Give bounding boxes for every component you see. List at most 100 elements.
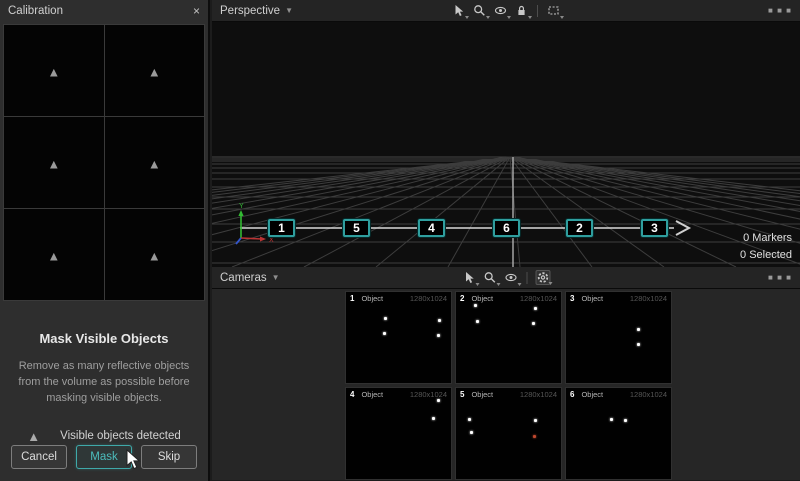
eye-icon[interactable]: [504, 270, 519, 285]
marker-dot: [438, 319, 441, 322]
chevron-down-icon[interactable]: ▼: [272, 273, 280, 282]
camera-mode-label: Object: [581, 294, 603, 303]
marker-dot: [624, 419, 627, 422]
camera-id: 1: [350, 294, 354, 303]
toolbar-separator: [527, 272, 528, 284]
camera-id: 6: [570, 390, 574, 399]
main-area: Perspective ▼ ■ ■ ■ Y X 0 Markers 0 Selec…: [212, 0, 800, 481]
camera-id: 5: [460, 390, 464, 399]
camera-cell-header: 6 Object 1280x1024: [566, 388, 671, 399]
marker-dot: [534, 307, 537, 310]
warning-triangle-icon: ▲: [47, 249, 60, 264]
camera-cell-header: 1Object1280x1024: [346, 292, 451, 303]
marker-dot: [437, 399, 440, 402]
calibration-panel: Calibration × ▲ ▲ ▲ ▲ ▲ ▲ Mask Visible Object…: [0, 0, 210, 481]
camera-cell-3[interactable]: 3Object1280x1024: [565, 291, 672, 384]
camera-mode-label: Object: [361, 390, 383, 399]
perspective-panel: Perspective ▼ ■ ■ ■ Y X 0 Markers 0 Selec…: [212, 0, 800, 267]
warning-text: Visible objects detected: [60, 430, 181, 442]
calibration-panel-header: Calibration ×: [0, 0, 208, 22]
mask-section-description: Remove as many reflective objects from t…: [13, 359, 195, 407]
marker-dot: [637, 343, 640, 346]
warning-triangle-icon: ▲: [148, 65, 161, 80]
camera-grid: 1Object1280x10242Object1280x10243Object1…: [345, 291, 672, 480]
camera-resolution: 1280x1024: [520, 294, 557, 303]
marker-box-5[interactable]: 5: [343, 219, 370, 237]
warning-triangle-icon: ▲: [47, 65, 60, 80]
marker-box-4[interactable]: 4: [418, 219, 445, 237]
cameras-title[interactable]: Cameras: [220, 272, 267, 284]
camera-cell-2[interactable]: 2Object1280x1024: [455, 291, 562, 384]
lock-icon[interactable]: [514, 3, 529, 18]
marker-box-3[interactable]: 3: [641, 219, 668, 237]
selected-count: 0 Selected: [740, 247, 792, 264]
camera-cell-header: 4 Object 1280x1024: [346, 388, 451, 399]
camera-preview-cell[interactable]: ▲: [105, 209, 205, 300]
mask-section-title: Mask Visible Objects: [0, 331, 208, 346]
camera-preview-cell[interactable]: ▲: [105, 117, 205, 208]
marker-dot: [437, 334, 440, 337]
perspective-viewport[interactable]: Y X 0 Markers 0 Selected 1 5 4 6 2 3: [212, 22, 800, 267]
camera-preview-cell[interactable]: ▲: [105, 25, 205, 116]
calibration-panel-title: Calibration: [8, 5, 63, 17]
camera-resolution: 1280x1024: [410, 390, 447, 399]
camera-resolution: 1280x1024: [630, 294, 667, 303]
overflow-menu-icon[interactable]: ■ ■ ■: [768, 273, 792, 282]
skip-button[interactable]: Skip: [141, 445, 197, 469]
overflow-menu-icon[interactable]: ■ ■ ■: [768, 6, 792, 15]
select-cursor-icon[interactable]: [451, 3, 466, 18]
camera-cell-4[interactable]: 4 Object 1280x1024: [345, 387, 452, 480]
marker-count: 0 Markers: [740, 230, 792, 247]
svg-text:X: X: [269, 237, 274, 244]
camera-resolution: 1280x1024: [520, 390, 557, 399]
marker-dot: [533, 435, 536, 438]
marker-box-1[interactable]: 1: [268, 219, 295, 237]
camera-mode-label: Object: [581, 390, 603, 399]
svg-text:Y: Y: [239, 203, 244, 210]
perspective-title[interactable]: Perspective: [220, 5, 280, 17]
visible-objects-warning: ▲ Visible objects detected: [0, 429, 208, 444]
camera-cell-5[interactable]: 5Object1280x1024: [455, 387, 562, 480]
warning-triangle-icon: ▲: [148, 157, 161, 172]
marker-box-2[interactable]: 2: [566, 219, 593, 237]
marker-dot: [474, 304, 477, 307]
calibration-button-row: Cancel Mask Skip: [11, 445, 197, 469]
chevron-down-icon[interactable]: ▼: [285, 6, 293, 15]
cancel-button[interactable]: Cancel: [11, 445, 67, 469]
zoom-icon[interactable]: [483, 270, 498, 285]
marker-dot: [532, 322, 535, 325]
warning-triangle-icon: ▲: [27, 429, 40, 444]
marker-dot: [470, 431, 473, 434]
viewport-status: 0 Markers 0 Selected: [740, 230, 792, 264]
application-window: Calibration × ▲ ▲ ▲ ▲ ▲ ▲ Mask Visible Object…: [0, 0, 800, 481]
camera-id: 4: [350, 390, 354, 399]
marker-dot: [468, 418, 471, 421]
warning-triangle-icon: ▲: [47, 157, 60, 172]
marker-box-6[interactable]: 6: [493, 219, 520, 237]
camera-preview-cell[interactable]: ▲: [4, 117, 104, 208]
marker-dot: [384, 317, 387, 320]
camera-cell-6[interactable]: 6 Object 1280x1024: [565, 387, 672, 480]
marker-dot: [476, 320, 479, 323]
marquee-icon[interactable]: [546, 3, 561, 18]
settings-gear-icon[interactable]: [536, 270, 551, 285]
zoom-icon[interactable]: [472, 3, 487, 18]
camera-cell-header: 3Object1280x1024: [566, 292, 671, 303]
toolbar-separator: [537, 5, 538, 17]
cameras-header: Cameras ▼ ■ ■ ■: [212, 267, 800, 289]
camera-cell-header: 5Object1280x1024: [456, 388, 561, 399]
camera-id: 2: [460, 294, 464, 303]
camera-preview-cell[interactable]: ▲: [4, 209, 104, 300]
select-cursor-icon[interactable]: [462, 270, 477, 285]
eye-icon[interactable]: [493, 3, 508, 18]
camera-resolution: 1280x1024: [630, 390, 667, 399]
camera-preview-cell[interactable]: ▲: [4, 25, 104, 116]
cameras-body: 1Object1280x10242Object1280x10243Object1…: [212, 289, 800, 480]
camera-cell-1[interactable]: 1Object1280x1024: [345, 291, 452, 384]
camera-resolution: 1280x1024: [410, 294, 447, 303]
marker-dot: [637, 328, 640, 331]
camera-cell-header: 2Object1280x1024: [456, 292, 561, 303]
marker-dot: [534, 419, 537, 422]
close-icon[interactable]: ×: [193, 5, 200, 17]
mask-button[interactable]: Mask: [76, 445, 132, 469]
